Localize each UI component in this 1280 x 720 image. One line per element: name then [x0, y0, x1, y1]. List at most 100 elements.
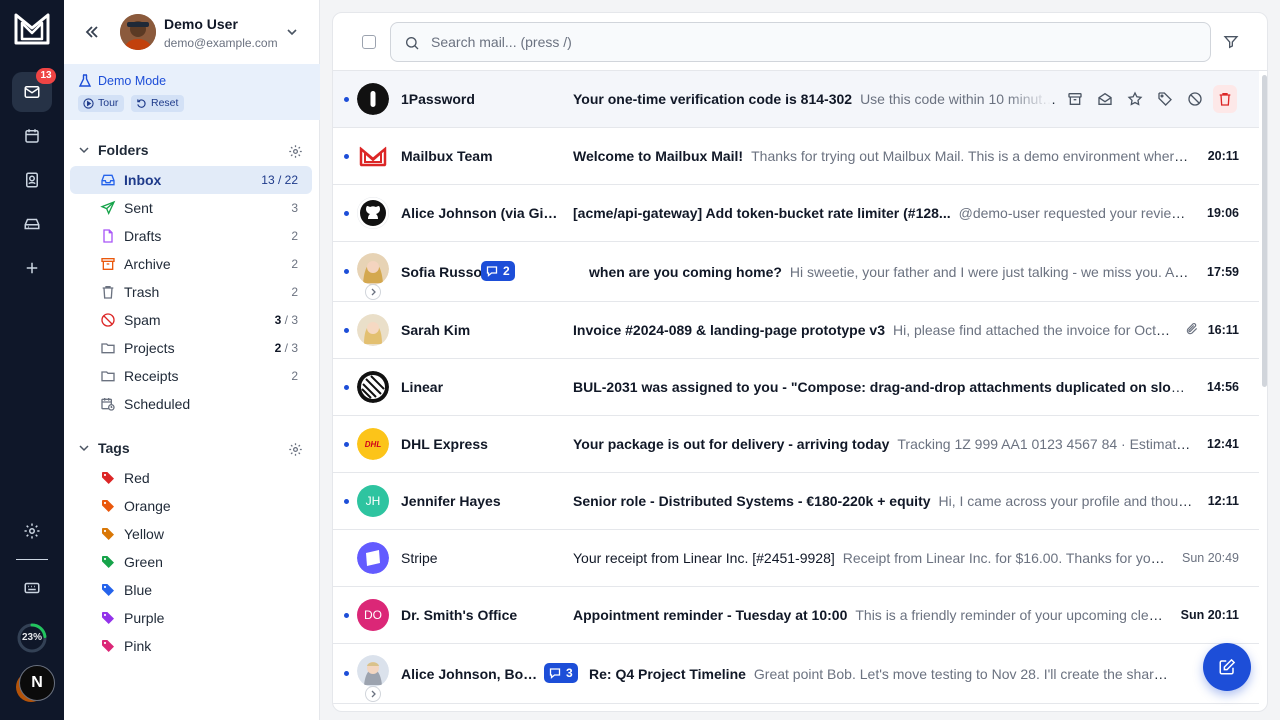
- folders-heading[interactable]: Folders: [78, 142, 149, 158]
- email-summary: Re: Q4 Project Timeline Great point Bob. …: [589, 666, 1175, 682]
- block-action-button[interactable]: [1183, 85, 1207, 113]
- rail-calendar-button[interactable]: [12, 116, 52, 156]
- demo-mode-banner: Demo Mode Tour Reset: [64, 64, 320, 120]
- email-sender: Alice Johnson (via GitH...: [401, 205, 561, 221]
- email-subject: Re: Q4 Project Timeline: [589, 666, 746, 682]
- tag-action-button[interactable]: [1153, 85, 1177, 113]
- email-row[interactable]: Linear BUL-2031 was assigned to you - "Co…: [333, 359, 1259, 416]
- folder-label: Receipts: [124, 368, 179, 384]
- folder-item-archive[interactable]: Archive 2: [70, 250, 312, 278]
- folder-total-count: / 22: [274, 173, 298, 187]
- expand-thread-icon[interactable]: [365, 686, 381, 702]
- tag-item-red[interactable]: Red: [70, 464, 312, 492]
- tag-item-pink[interactable]: Pink: [70, 632, 312, 660]
- sender-avatar: [357, 542, 389, 574]
- tag-item-purple[interactable]: Purple: [70, 604, 312, 632]
- search-bar[interactable]: [390, 22, 1211, 62]
- scrollbar-thumb[interactable]: [1262, 75, 1267, 387]
- select-all-checkbox[interactable]: [362, 35, 376, 49]
- tag-item-green[interactable]: Green: [70, 548, 312, 576]
- filter-icon[interactable]: [1223, 34, 1239, 50]
- folder-count: 2: [291, 257, 298, 271]
- tag-item-yellow[interactable]: Yellow: [70, 520, 312, 548]
- sender-avatar: [357, 83, 389, 115]
- folder-item-scheduled[interactable]: Scheduled: [70, 390, 312, 418]
- email-sender: Dr. Smith's Office: [401, 607, 518, 623]
- folder-item-spam[interactable]: Spam 3 / 3: [70, 306, 312, 334]
- tags-heading[interactable]: Tags: [78, 440, 130, 456]
- email-subject: Your one-time verification code is 814-3…: [573, 91, 853, 107]
- folder-item-inbox[interactable]: Inbox 13 / 22: [70, 166, 312, 194]
- folders-settings-icon[interactable]: [288, 144, 303, 159]
- folder-item-sent[interactable]: Sent 3: [70, 194, 312, 222]
- row-actions: [1063, 85, 1237, 113]
- user-avatar[interactable]: [120, 14, 156, 50]
- email-row[interactable]: Alice Johnson (via GitH... [acme/api-gate…: [333, 185, 1259, 242]
- folder-count: 2: [291, 229, 298, 243]
- tag-item-orange[interactable]: Orange: [70, 492, 312, 520]
- star-action-button[interactable]: [1123, 85, 1147, 113]
- unread-dot: [344, 211, 349, 216]
- sender-avatar: [357, 140, 389, 172]
- email-row[interactable]: Stripe Your receipt from Linear Inc. [#24…: [333, 530, 1259, 587]
- tag-label: Red: [124, 470, 150, 486]
- email-row[interactable]: 1Password Your one-time verification code…: [333, 71, 1259, 128]
- email-summary: [acme/api-gateway] Add token-bucket rate…: [573, 205, 1195, 221]
- mail-list-panel: 1Password Your one-time verification code…: [332, 12, 1268, 712]
- folder-item-receipts[interactable]: Receipts 2: [70, 362, 312, 390]
- tag-icon: [100, 526, 116, 542]
- email-sender: 1Password: [401, 91, 475, 107]
- email-subject: Welcome to Mailbux Mail!: [573, 148, 744, 164]
- folder-count: 13 / 22: [261, 173, 298, 187]
- email-preview: Hi sweetie, your father and I were just …: [789, 264, 1195, 280]
- email-row[interactable]: Alice Johnson, Bob ... 3 Re: Q4 Project Ti…: [333, 644, 1259, 704]
- email-row[interactable]: DHL DHL Express Your package is out for de…: [333, 416, 1259, 473]
- folder-total-count: / 3: [281, 341, 298, 355]
- tag-label: Purple: [124, 610, 165, 626]
- folder-total-count: 2: [291, 285, 298, 299]
- email-sender: Jennifer Hayes: [401, 493, 501, 509]
- thread-count: 2: [503, 264, 510, 278]
- archive-action-button[interactable]: [1063, 85, 1087, 113]
- tag-label: Green: [124, 554, 163, 570]
- tag-item-blue[interactable]: Blue: [70, 576, 312, 604]
- email-row[interactable]: Mailbux Team Welcome to Mailbux Mail! Than…: [333, 128, 1259, 185]
- tag-icon: [100, 582, 116, 598]
- reset-button[interactable]: Reset: [131, 95, 185, 112]
- folder-item-drafts[interactable]: Drafts 2: [70, 222, 312, 250]
- rail-contacts-button[interactable]: [12, 160, 52, 200]
- sender-avatar: [357, 371, 389, 403]
- storage-progress[interactable]: 23%: [16, 622, 48, 654]
- email-summary: when are you coming home? Hi sweetie, you…: [589, 264, 1195, 280]
- expand-thread-icon[interactable]: [365, 284, 381, 300]
- sender-avatar: DHL: [357, 428, 389, 460]
- search-input[interactable]: [431, 32, 1191, 52]
- email-row[interactable]: DO Dr. Smith's Office Appointment reminder…: [333, 587, 1259, 644]
- tour-button[interactable]: Tour: [78, 95, 125, 112]
- compose-button[interactable]: [1203, 643, 1251, 691]
- email-row[interactable]: Sofia Russo 2 when are you coming home? Hi …: [333, 242, 1259, 302]
- email-subject: when are you coming home?: [589, 264, 782, 280]
- folder-count: 3: [291, 201, 298, 215]
- rail-settings-button[interactable]: [12, 511, 52, 551]
- folder-item-trash[interactable]: Trash 2: [70, 278, 312, 306]
- email-summary: Your receipt from Linear Inc. [#2451-992…: [573, 550, 1169, 566]
- email-row[interactable]: Sarah Kim Invoice #2024-089 & landing-pag…: [333, 302, 1259, 359]
- chevron-down-icon[interactable]: [285, 25, 299, 39]
- account-avatar[interactable]: N: [19, 665, 55, 701]
- folder-item-projects[interactable]: Projects 2 / 3: [70, 334, 312, 362]
- folder-count: 2 / 3: [275, 341, 298, 355]
- rail-add-button[interactable]: [12, 248, 52, 288]
- mail-open-action-button[interactable]: [1093, 85, 1117, 113]
- mailbux-logo[interactable]: [13, 11, 51, 47]
- email-preview: Hi, I came across your profile and thoug…: [938, 493, 1195, 509]
- tags-settings-icon[interactable]: [288, 442, 303, 457]
- rail-keyboard-button[interactable]: [12, 568, 52, 608]
- email-row[interactable]: JH Jennifer Hayes Senior role - Distribute…: [333, 473, 1259, 530]
- rail-drive-button[interactable]: [12, 204, 52, 244]
- email-preview: This is a friendly reminder of your upco…: [855, 607, 1169, 623]
- collapse-sidebar-icon[interactable]: [82, 22, 102, 42]
- email-subject: BUL-2031 was assigned to you - "Compose:…: [573, 379, 1189, 395]
- email-preview: Hi, please find attached the invoice for…: [893, 322, 1171, 338]
- trash-action-button[interactable]: [1213, 85, 1237, 113]
